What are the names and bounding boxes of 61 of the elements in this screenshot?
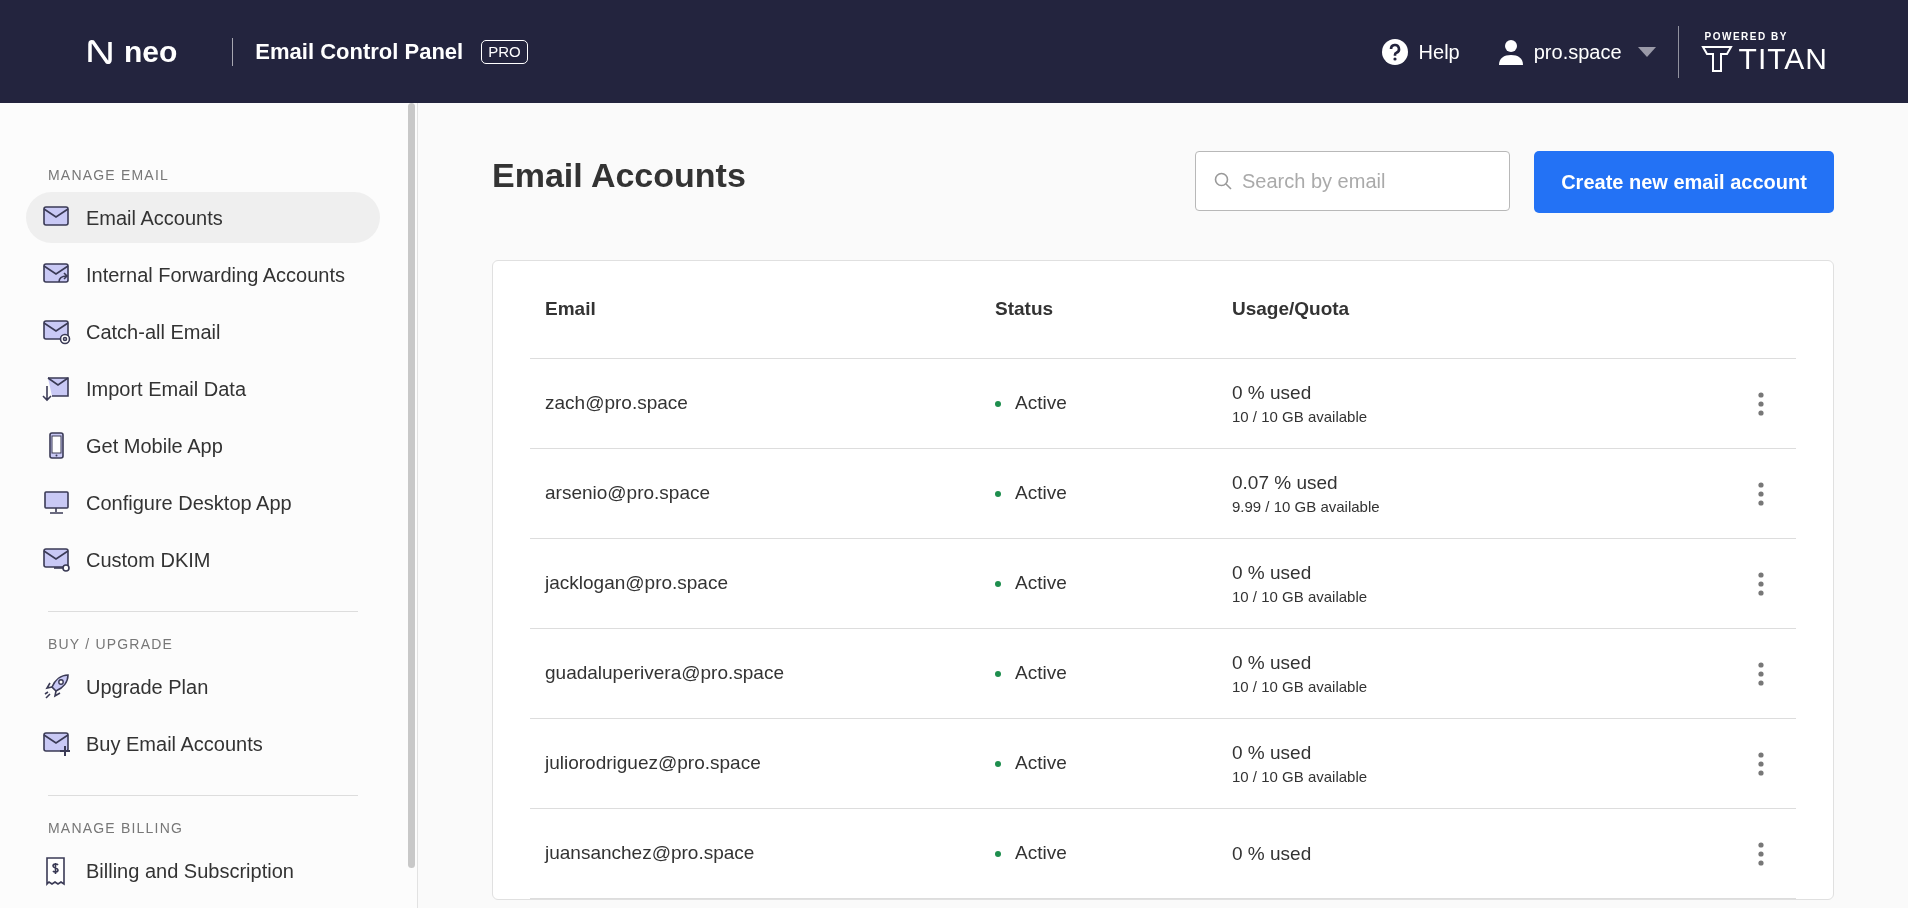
- sidebar-item[interactable]: Buy Email Accounts: [26, 718, 380, 769]
- sidebar-item[interactable]: Upgrade Plan: [26, 661, 380, 712]
- caret-icon: [1637, 46, 1656, 57]
- usage-text: 0 % used: [1232, 740, 1313, 765]
- sidebar-item[interactable]: Custom DKIM: [26, 534, 380, 585]
- quota-text: 10 / 10 GB available: [1232, 406, 1369, 427]
- help-button[interactable]: Help: [1380, 36, 1460, 67]
- usage-text: 0 % used: [1232, 560, 1313, 585]
- column-header: Usage/Quota: [1232, 298, 1350, 320]
- kebab-icon: [1758, 661, 1764, 686]
- usage-text: 0 % used: [1232, 380, 1313, 405]
- quota-text: 10 / 10 GB available: [1232, 766, 1369, 787]
- email-cell: juansanchez@pro.space: [545, 842, 755, 864]
- search-field[interactable]: Search by email: [1195, 151, 1510, 211]
- usage-text: 0 % used: [1232, 650, 1313, 675]
- kebab-icon: [1758, 841, 1764, 866]
- brand-name: TITAN: [1738, 44, 1828, 74]
- status-text: Active: [1015, 391, 1067, 416]
- plan-badge: PRO: [481, 39, 528, 64]
- usage-text: 0.07 % used: [1232, 470, 1339, 495]
- titan-logo-icon: [1700, 44, 1733, 74]
- sidebar-item[interactable]: Import Email Data: [26, 363, 380, 414]
- status-text: Active: [1015, 841, 1067, 866]
- sidebar-item[interactable]: Billing and Subscription: [26, 845, 380, 896]
- search-icon: [1214, 172, 1232, 190]
- user-menu[interactable]: pro.space: [1497, 36, 1656, 67]
- kebab-icon: [1758, 391, 1764, 416]
- page-title: Email Accounts: [492, 158, 747, 192]
- quota-text: 9.99 / 10 GB available: [1232, 496, 1381, 517]
- quota-text: 10 / 10 GB available: [1232, 586, 1369, 607]
- column-header: Email: [545, 298, 596, 320]
- email-cell: zach@pro.space: [545, 392, 688, 414]
- kebab-icon: [1758, 571, 1764, 596]
- email-cell: juliorodriguez@pro.space: [545, 752, 761, 774]
- user-icon: [1497, 38, 1524, 65]
- sidebar-item[interactable]: Internal Forwarding Accounts: [26, 249, 380, 300]
- section-heading: MANAGE BILLING: [47, 819, 185, 838]
- scrollbar[interactable]: [408, 103, 415, 868]
- status-text: Active: [1015, 571, 1067, 596]
- section-heading: BUY / UPGRADE: [47, 635, 175, 654]
- email-cell: jacklogan@pro.space: [545, 572, 728, 594]
- app-title: Email Control Panel: [255, 38, 464, 66]
- section-heading: MANAGE EMAIL: [47, 166, 170, 185]
- powered-by-label: POWERED BY: [1704, 30, 1788, 44]
- usage-text: 0 % used: [1232, 841, 1313, 866]
- status-text: Active: [1015, 751, 1067, 776]
- sidebar-item[interactable]: Email Accounts: [26, 192, 380, 243]
- column-header: Status: [995, 298, 1054, 320]
- kebab-icon: [1758, 481, 1764, 506]
- quota-text: 10 / 10 GB available: [1232, 676, 1369, 697]
- sidebar-item[interactable]: Get Mobile App: [26, 420, 380, 471]
- help-icon: [1380, 37, 1409, 66]
- status-text: Active: [1015, 661, 1067, 686]
- sidebar-item[interactable]: Configure Desktop App: [26, 477, 380, 528]
- email-cell: guadaluperivera@pro.space: [545, 662, 784, 684]
- create-account-button[interactable]: Create new email account: [1534, 151, 1834, 213]
- email-cell: arsenio@pro.space: [545, 482, 711, 504]
- sidebar-item[interactable]: Catch-all Email: [26, 306, 380, 357]
- logo-text: neo: [124, 36, 178, 67]
- status-text: Active: [1015, 481, 1067, 506]
- kebab-icon: [1758, 751, 1764, 776]
